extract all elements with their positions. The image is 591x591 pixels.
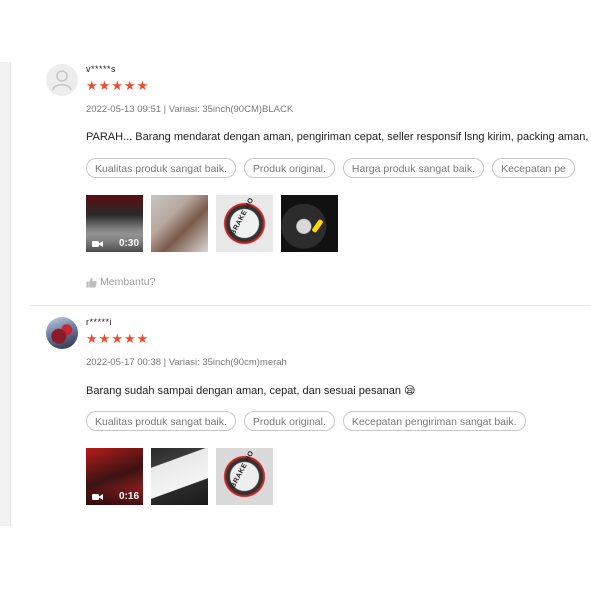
review-image-thumbnail[interactable] (151, 195, 208, 252)
rating-stars: ★ ★ ★ ★ ★ (86, 79, 148, 93)
review-media: 0:16 BRAKE HO (86, 448, 273, 505)
review-tag: Kecepatan pengiriman sangat baik. (342, 411, 526, 431)
reviewer-username[interactable]: v*****s (86, 64, 116, 74)
thumbnail-product-text: BRAKE HO (229, 449, 256, 490)
star-icon: ★ (86, 78, 98, 93)
review-tag: Kualitas produk sangat baik. (86, 158, 236, 178)
video-duration: 0:16 (118, 491, 139, 502)
reviewer-username[interactable]: r*****i (86, 317, 112, 327)
review-meta: 2022-05-17 00:38 | Variasi: 35inch(90cm)… (86, 357, 287, 368)
review-divider (30, 305, 591, 306)
helpful-label: Membantu? (100, 276, 156, 288)
star-icon: ★ (123, 331, 136, 346)
star-icon: ★ (111, 331, 123, 346)
review-tag: Kecepatan pe (492, 158, 575, 178)
review-meta: 2022-05-13 09:51 | Variasi: 35inch(90CM)… (86, 104, 294, 115)
review-comment: Barang sudah sampai dengan aman, cepat, … (86, 385, 416, 397)
review-image-thumbnail[interactable]: BRAKE HO (216, 448, 273, 505)
review-tag: Produk original. (243, 158, 335, 178)
review-comment: PARAH... Barang mendarat dengan aman, pe… (86, 131, 589, 143)
star-icon: ★ (111, 78, 123, 93)
review-tag: Produk original. (243, 411, 335, 431)
star-icon: ★ (98, 331, 111, 346)
video-camera-icon (92, 241, 103, 247)
star-icon: ★ (123, 78, 136, 93)
default-user-icon (52, 70, 72, 91)
review-media: 0:30 BRAKE HO (86, 195, 338, 252)
review-video-thumbnail[interactable]: 0:30 (86, 195, 143, 252)
star-icon: ★ (136, 331, 149, 346)
review-image-thumbnail[interactable]: BRAKE HO (216, 195, 273, 252)
avatar[interactable] (46, 317, 78, 349)
star-icon: ★ (98, 78, 111, 93)
avatar[interactable] (46, 64, 78, 96)
thumbs-up-icon (86, 277, 97, 288)
video-camera-icon (92, 494, 103, 500)
review-tag: Harga produk sangat baik. (342, 158, 485, 178)
review-tag: Kualitas produk sangat baik. (86, 411, 236, 431)
review-video-thumbnail[interactable]: 0:16 (86, 448, 143, 505)
review-image-thumbnail[interactable] (151, 448, 208, 505)
thumbnail-product-text: BRAKE HO (229, 196, 256, 237)
review-tags: Kualitas produk sangat baik. Produk orig… (86, 411, 526, 431)
review-tags: Kualitas produk sangat baik. Produk orig… (86, 158, 575, 178)
star-icon: ★ (136, 78, 149, 93)
rating-stars: ★ ★ ★ ★ ★ (86, 332, 148, 346)
star-icon: ★ (86, 331, 98, 346)
video-duration: 0:30 (118, 238, 139, 249)
yellow-part (311, 218, 324, 234)
review-image-thumbnail[interactable] (281, 195, 338, 252)
left-rail (0, 62, 11, 526)
helpful-button[interactable]: Membantu? (86, 276, 155, 288)
